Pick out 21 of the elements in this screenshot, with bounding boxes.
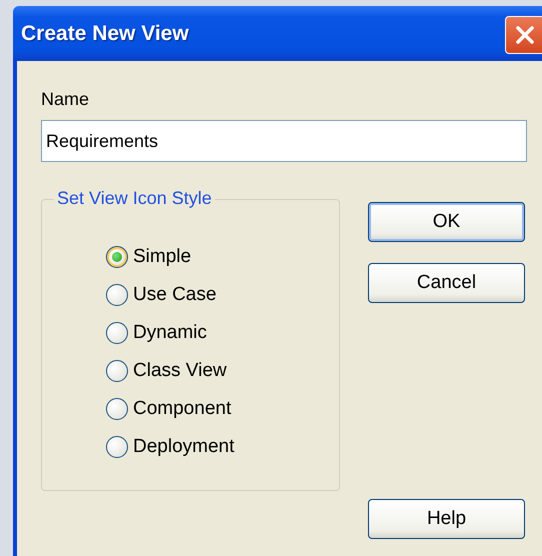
radio-button[interactable]	[106, 436, 128, 458]
radio-option[interactable]: Component	[106, 396, 339, 421]
window-title: Create New View	[21, 22, 189, 46]
close-icon	[514, 24, 536, 46]
name-field[interactable]: Requirements	[41, 120, 527, 162]
radio-option[interactable]: Simple	[106, 244, 339, 269]
radio-option[interactable]: Class View	[106, 358, 339, 383]
radio-button[interactable]	[106, 322, 128, 344]
radio-option[interactable]: Deployment	[106, 434, 339, 459]
dialog-button[interactable]: Help	[368, 499, 525, 539]
dialog-button[interactable]: Cancel	[368, 263, 525, 303]
group-title: Set View Icon Style	[54, 188, 215, 209]
radio-button[interactable]	[106, 398, 128, 420]
radio-button[interactable]	[106, 360, 128, 382]
close-button[interactable]	[505, 16, 542, 54]
dialog-button[interactable]: OK	[368, 202, 525, 242]
radio-option[interactable]: Use Case	[106, 282, 339, 307]
radio-button[interactable]	[106, 284, 128, 306]
radio-button[interactable]	[106, 246, 128, 268]
radio-option[interactable]: Dynamic	[106, 320, 339, 345]
name-label: Name	[41, 89, 90, 111]
